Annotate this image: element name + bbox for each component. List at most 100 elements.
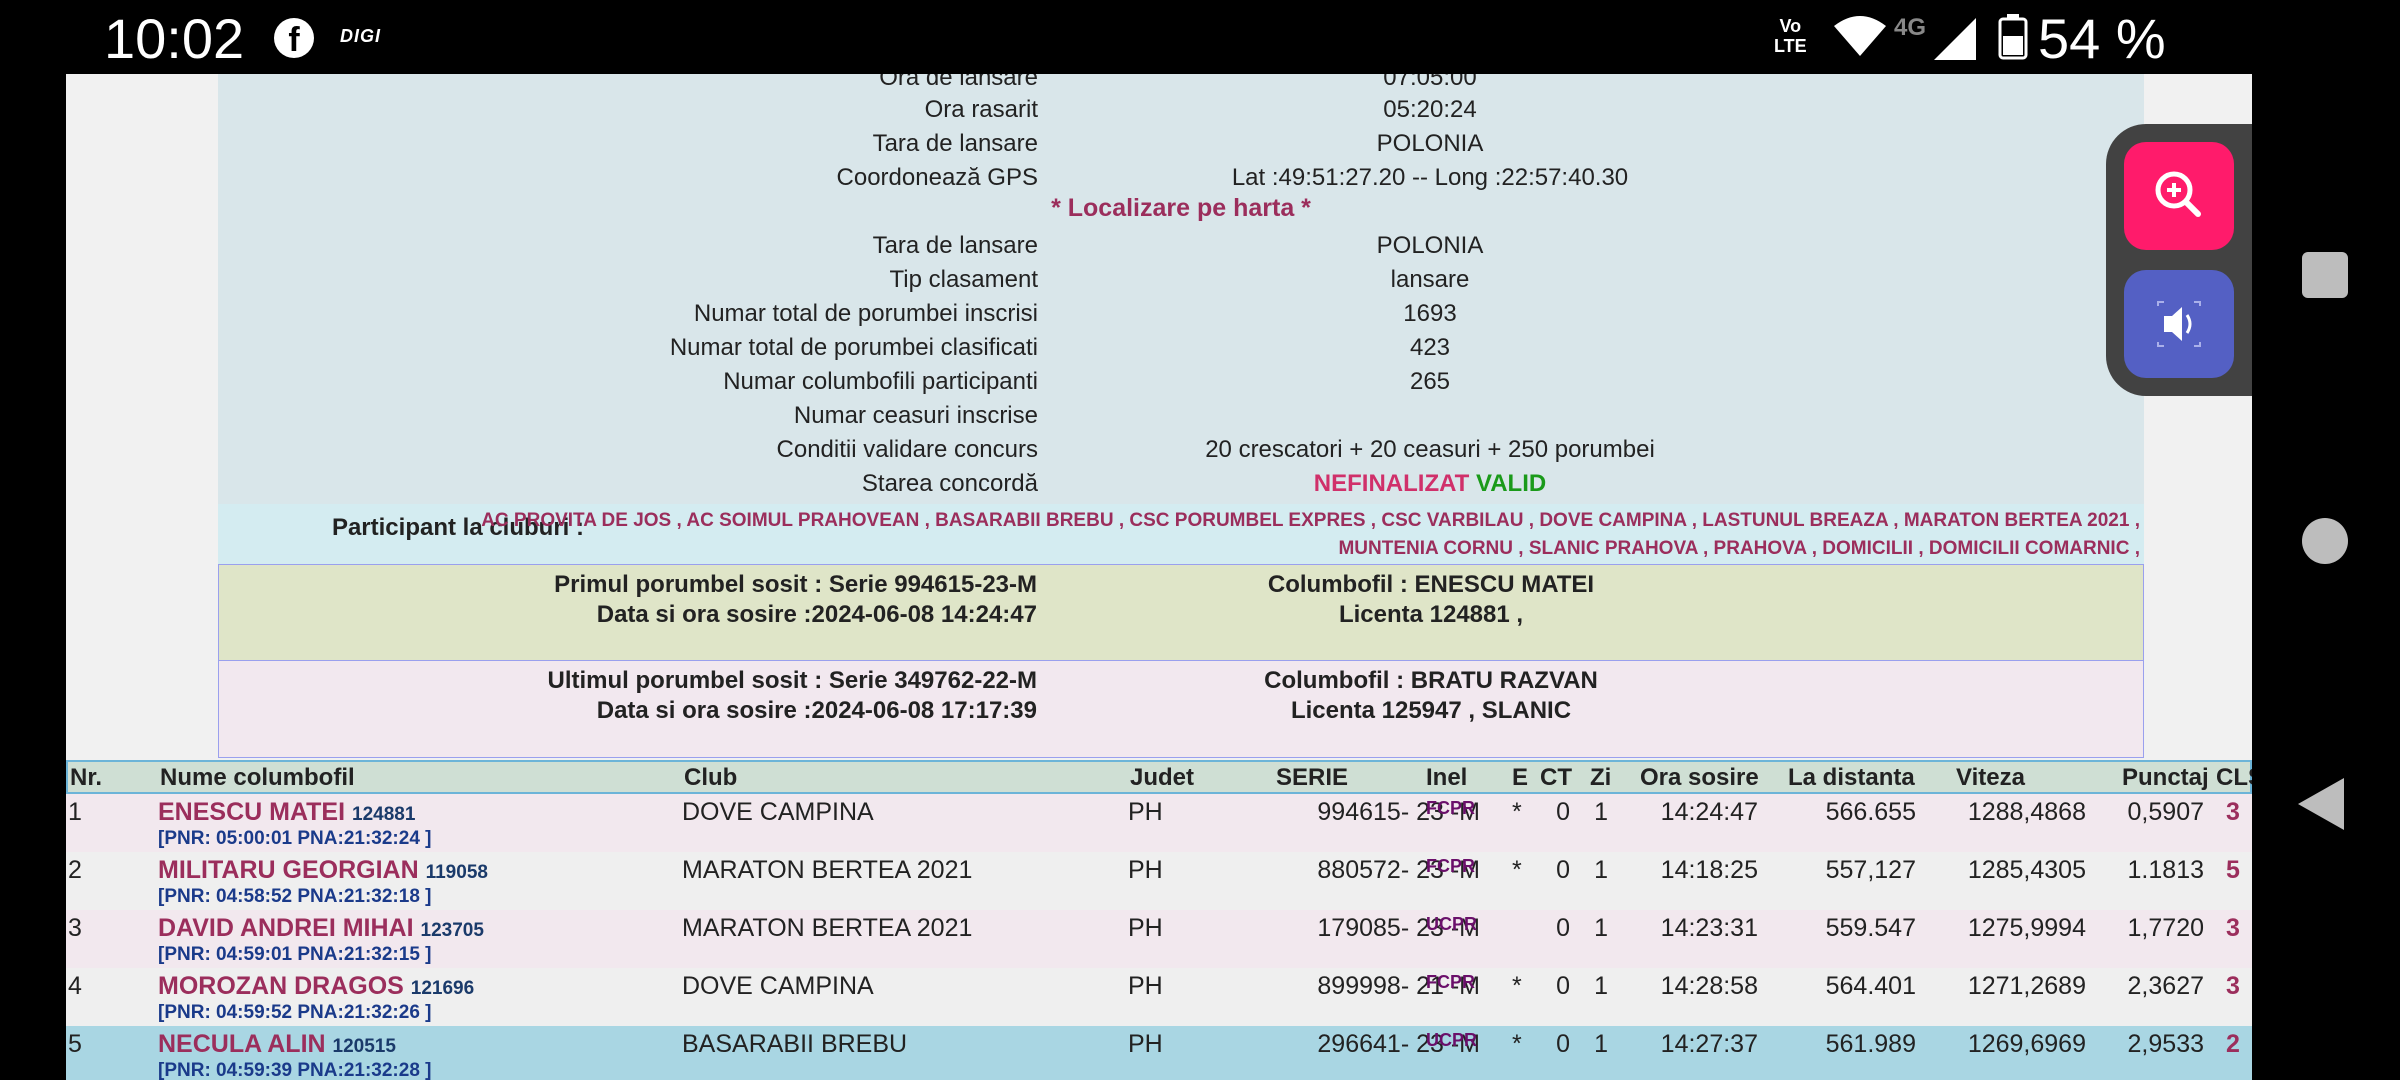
columbofil-name-link[interactable]: DAVID ANDREI MIHAI xyxy=(158,914,414,942)
facebook-icon: f xyxy=(274,18,314,59)
cell-viteza: 1285,4305 xyxy=(1967,856,2086,884)
cell-inel: FCPR xyxy=(1426,798,1475,818)
table-row[interactable]: NECULA ALIN 120515 [PNR: 04:59:39 PNA:21:… xyxy=(66,1026,2252,1080)
cell-viteza: 1275,9994 xyxy=(1967,914,2086,942)
table-row[interactable]: MILITARU GEORGIAN 119058 [PNR: 04:58:52 P… xyxy=(66,852,2252,910)
digi-icon: DIGI xyxy=(340,26,382,46)
columbofil-name-link[interactable]: ENESCU MATEI xyxy=(158,798,345,826)
col-ct[interactable]: CT xyxy=(1540,764,1572,792)
cell-dist: 557,127 xyxy=(1825,856,1916,884)
info-value: POLONIA xyxy=(1376,130,1484,157)
cell-name: DAVID ANDREI MIHAI 123705 xyxy=(158,914,484,943)
cell-judet: PH xyxy=(1128,798,1163,826)
cell-judet: PH xyxy=(1128,972,1163,1000)
info-value: 265 xyxy=(1409,368,1451,395)
info-label: Numar total de porumbei clasificati xyxy=(669,334,1038,361)
cell-cls: 3 xyxy=(2226,914,2240,942)
cell-ct: 0 xyxy=(1556,972,1570,1000)
clubs-list-line-2[interactable]: MUNTENIA CORNU , SLANIC PRAHOVA , PRAHOV… xyxy=(1338,538,2140,560)
cell-name: ENESCU MATEI 124881 xyxy=(158,798,415,827)
cell-ora: 14:23:31 xyxy=(1660,914,1758,942)
info-value: 07:05:00 xyxy=(1383,74,1477,91)
back-button[interactable] xyxy=(2298,778,2344,830)
info-row-conditii: Conditii validare concurs 20 crescatori … xyxy=(218,436,2144,470)
cell-judet: PH xyxy=(1128,1030,1163,1058)
table-row[interactable]: DAVID ANDREI MIHAI 123705 [PNR: 04:59:01 … xyxy=(66,910,2252,968)
sound-button[interactable] xyxy=(2124,270,2234,378)
cell-e: * xyxy=(1512,972,1522,1000)
info-value: Lat :49:51:27.20 -- Long :22:57:40.30 xyxy=(1231,164,1629,191)
info-label: Starea concordă xyxy=(861,470,1038,497)
info-value: POLONIA xyxy=(1376,232,1484,259)
pnr-info: [PNR: 04:59:01 PNA:21:32:15 ] xyxy=(158,944,432,965)
cell-club[interactable]: BASARABII BREBU xyxy=(682,1030,907,1059)
zoom-button[interactable] xyxy=(2124,142,2234,250)
zoom-in-icon xyxy=(2155,171,2201,217)
first-columbofil: Columbofil : ENESCU MATEI xyxy=(1267,571,1595,598)
cell-club[interactable]: MARATON BERTEA 2021 xyxy=(682,914,972,943)
col-serie[interactable]: SERIE xyxy=(1276,764,1348,792)
columbofil-name-link[interactable]: MILITARU GEORGIAN xyxy=(158,856,419,884)
cell-name: NECULA ALIN 120515 xyxy=(158,1030,396,1059)
info-value: lansare xyxy=(1390,266,1470,293)
last-licenta: Licenta 125947 , SLANIC xyxy=(1290,697,1572,724)
cell-viteza: 1271,2689 xyxy=(1967,972,2086,1000)
info-label: Tara de lansare xyxy=(872,130,1038,157)
col-viteza[interactable]: Viteza xyxy=(1956,764,2025,792)
info-label: Ora rasarit xyxy=(924,96,1038,123)
cell-cls: 2 xyxy=(2226,1030,2240,1058)
clock: 10:02 xyxy=(104,7,245,70)
col-judet[interactable]: Judet xyxy=(1130,764,1194,792)
info-row-porumbei-clasificati: Numar total de porumbei clasificati 423 xyxy=(218,334,2144,368)
cell-club[interactable]: MARATON BERTEA 2021 xyxy=(682,856,972,885)
wifi-icon xyxy=(1834,16,1886,56)
state-valid: VALID xyxy=(1475,470,1547,497)
last-columbofil: Columbofil : BRATU RAZVAN xyxy=(1264,667,1598,694)
col-zi[interactable]: Zi xyxy=(1590,764,1611,792)
cell-club[interactable]: DOVE CAMPINA xyxy=(682,798,874,827)
table-header: Nr. Nume columbofil Club Judet SERIE Ine… xyxy=(66,760,2252,794)
cell-punctaj: 2,3627 xyxy=(2127,972,2204,1000)
battery-icon xyxy=(1998,14,2028,60)
col-punctaj[interactable]: Punctaj xyxy=(2122,764,2209,792)
network-type-label: 4G xyxy=(1894,14,1927,41)
col-dist[interactable]: La distanta xyxy=(1788,764,1915,792)
info-label: Ora de lansare xyxy=(879,74,1038,91)
col-nr[interactable]: Nr. xyxy=(70,764,102,792)
cell-club[interactable]: DOVE CAMPINA xyxy=(682,972,874,1001)
cell-viteza: 1269,6969 xyxy=(1967,1030,2086,1058)
col-inel[interactable]: Inel xyxy=(1426,764,1467,792)
columbofil-name-link[interactable]: NECULA ALIN xyxy=(158,1030,326,1058)
info-row-ora-lansare: Ora de lansare 07:05:00 xyxy=(218,74,2144,98)
table-row[interactable]: MOROZAN DRAGOS 121696 [PNR: 04:59:52 PNA:… xyxy=(66,968,2252,1026)
info-label: Numar total de porumbei inscrisi xyxy=(693,300,1038,327)
cell-cls: 3 xyxy=(2226,972,2240,1000)
table-row[interactable]: ENESCU MATEI 124881 [PNR: 05:00:01 PNA:21… xyxy=(66,794,2252,852)
first-serie: Primul porumbel sosit : Serie 994615-23-… xyxy=(554,571,1037,598)
col-e[interactable]: E xyxy=(1512,764,1528,792)
col-cls[interactable]: CLS xyxy=(2216,764,2252,792)
col-name[interactable]: Nume columbofil xyxy=(160,764,355,792)
cell-ct: 0 xyxy=(1556,914,1570,942)
licence-number: 124881 xyxy=(352,804,416,825)
info-row-tara-lansare: Tara de lansare POLONIA xyxy=(218,130,2144,164)
columbofil-name-link[interactable]: MOROZAN DRAGOS xyxy=(158,972,404,1000)
home-button[interactable] xyxy=(2302,518,2348,564)
cell-nr: 1 xyxy=(68,798,82,826)
cell-ora: 14:28:58 xyxy=(1660,972,1758,1000)
licence-number: 120515 xyxy=(332,1036,396,1057)
info-row-ora-rasarit: Ora rasarit 05:20:24 xyxy=(218,96,2144,130)
recents-button[interactable] xyxy=(2302,252,2348,298)
col-ora[interactable]: Ora sosire xyxy=(1640,764,1759,792)
clubs-list-line-1[interactable]: AC PROVITA DE JOS , AC SOIMUL PRAHOVEAN … xyxy=(481,510,2140,532)
cell-zi: 1 xyxy=(1594,1030,1608,1058)
volte-icon: Vo LTE xyxy=(1774,16,1807,56)
map-link[interactable]: * Localizare pe harta * xyxy=(218,194,2144,223)
cell-cls: 5 xyxy=(2226,856,2240,884)
cell-ora: 14:18:25 xyxy=(1660,856,1758,884)
col-club[interactable]: Club xyxy=(684,764,737,792)
info-label: Numar ceasuri inscrise xyxy=(793,402,1038,429)
info-row-stare: Starea concordă NEFINALIZAT VALID xyxy=(218,470,2144,504)
cell-dist: 559.547 xyxy=(1825,914,1916,942)
volume-icon xyxy=(2157,301,2201,347)
